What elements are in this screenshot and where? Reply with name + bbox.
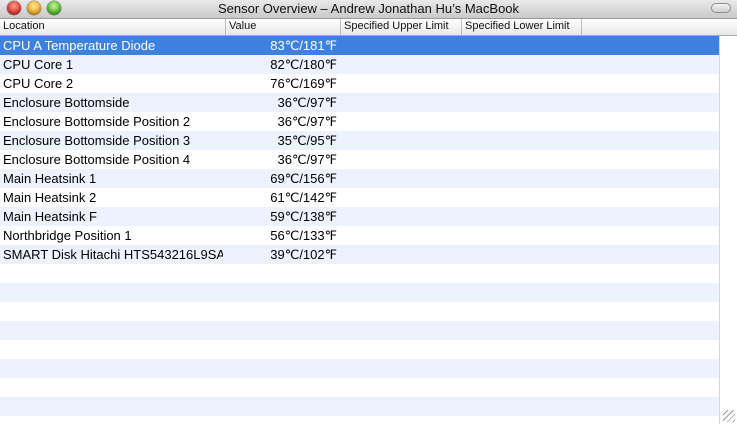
cell-value: 59℃/138℉ — [270, 209, 337, 224]
cell-location: Main Heatsink F — [3, 209, 97, 224]
toolbar-toggle-button[interactable] — [711, 3, 731, 13]
cell-location: Enclosure Bottomside Position 4 — [3, 152, 191, 167]
table-row[interactable]: Enclosure Bottomside Position 4 36℃/97℉ — [0, 150, 719, 169]
table-row[interactable]: Northbridge Position 1 56℃/133℉ — [0, 226, 719, 245]
sensor-table-body: CPU A Temperature Diode 83℃/181℉ CPU Core … — [0, 36, 737, 424]
cell-location: Northbridge Position 1 — [3, 228, 132, 243]
column-header-location[interactable]: Location — [0, 19, 226, 35]
cell-value: 69℃/156℉ — [270, 171, 337, 186]
cell-value: 36℃/97℉ — [277, 152, 337, 167]
cell-value: 61℃/142℉ — [270, 190, 337, 205]
cell-value: 36℃/97℉ — [277, 95, 337, 110]
empty-row[interactable] — [0, 283, 719, 302]
resize-grip-icon[interactable] — [723, 410, 735, 422]
cell-location: CPU Core 2 — [3, 76, 74, 91]
cell-value: 76℃/169℉ — [270, 76, 337, 91]
sensor-overview-window: Sensor Overview – Andrew Jonathan Hu’s M… — [0, 0, 737, 424]
table-row[interactable]: SMART Disk Hitachi HTS543216L9SA00 39℃/10… — [0, 245, 719, 264]
cell-value: 39℃/102℉ — [270, 247, 337, 262]
table-row[interactable]: CPU Core 1 82℃/180℉ — [0, 55, 719, 74]
empty-row[interactable] — [0, 340, 719, 359]
table-row[interactable]: Enclosure Bottomside Position 2 36℃/97℉ — [0, 112, 719, 131]
table-header: Location Value Specified Upper Limit Spe… — [0, 19, 737, 36]
title-bar[interactable]: Sensor Overview – Andrew Jonathan Hu’s M… — [0, 0, 737, 19]
empty-row[interactable] — [0, 359, 719, 378]
empty-row[interactable] — [0, 321, 719, 340]
table-row[interactable]: Main Heatsink 1 69℃/156℉ — [0, 169, 719, 188]
cell-location: SMART Disk Hitachi HTS543216L9SA00 — [3, 247, 223, 262]
empty-row[interactable] — [0, 397, 719, 416]
cell-value: 83℃/181℉ — [270, 38, 337, 53]
table-row[interactable]: CPU A Temperature Diode 83℃/181℉ — [0, 36, 719, 55]
empty-row[interactable] — [0, 416, 719, 424]
table-row[interactable]: Main Heatsink 2 61℃/142℉ — [0, 188, 719, 207]
cell-value: 82℃/180℉ — [270, 57, 337, 72]
table-row[interactable]: Enclosure Bottomside Position 3 35℃/95℉ — [0, 131, 719, 150]
cell-value: 35℃/95℉ — [277, 133, 337, 148]
cell-location: Main Heatsink 1 — [3, 171, 97, 186]
cell-location: CPU Core 1 — [3, 57, 74, 72]
vertical-scrollbar[interactable] — [719, 36, 737, 424]
cell-location: Enclosure Bottomside Position 3 — [3, 133, 191, 148]
empty-row[interactable] — [0, 264, 719, 283]
empty-row[interactable] — [0, 378, 719, 397]
column-header-lower-limit[interactable]: Specified Lower Limit — [462, 19, 582, 35]
cell-location: Enclosure Bottomside Position 2 — [3, 114, 191, 129]
table-row[interactable]: CPU Core 2 76℃/169℉ — [0, 74, 719, 93]
cell-location: Enclosure Bottomside — [3, 95, 130, 110]
column-header-upper-limit[interactable]: Specified Upper Limit — [341, 19, 462, 35]
cell-location: CPU A Temperature Diode — [3, 38, 156, 53]
empty-row[interactable] — [0, 302, 719, 321]
table-row[interactable]: Enclosure Bottomside 36℃/97℉ — [0, 93, 719, 112]
table-row[interactable]: Main Heatsink F 59℃/138℉ — [0, 207, 719, 226]
column-header-value[interactable]: Value — [226, 19, 341, 35]
window-title: Sensor Overview – Andrew Jonathan Hu’s M… — [217, 1, 520, 16]
cell-value: 56℃/133℉ — [270, 228, 337, 243]
cell-location: Main Heatsink 2 — [3, 190, 97, 205]
cell-value: 36℃/97℉ — [277, 114, 337, 129]
